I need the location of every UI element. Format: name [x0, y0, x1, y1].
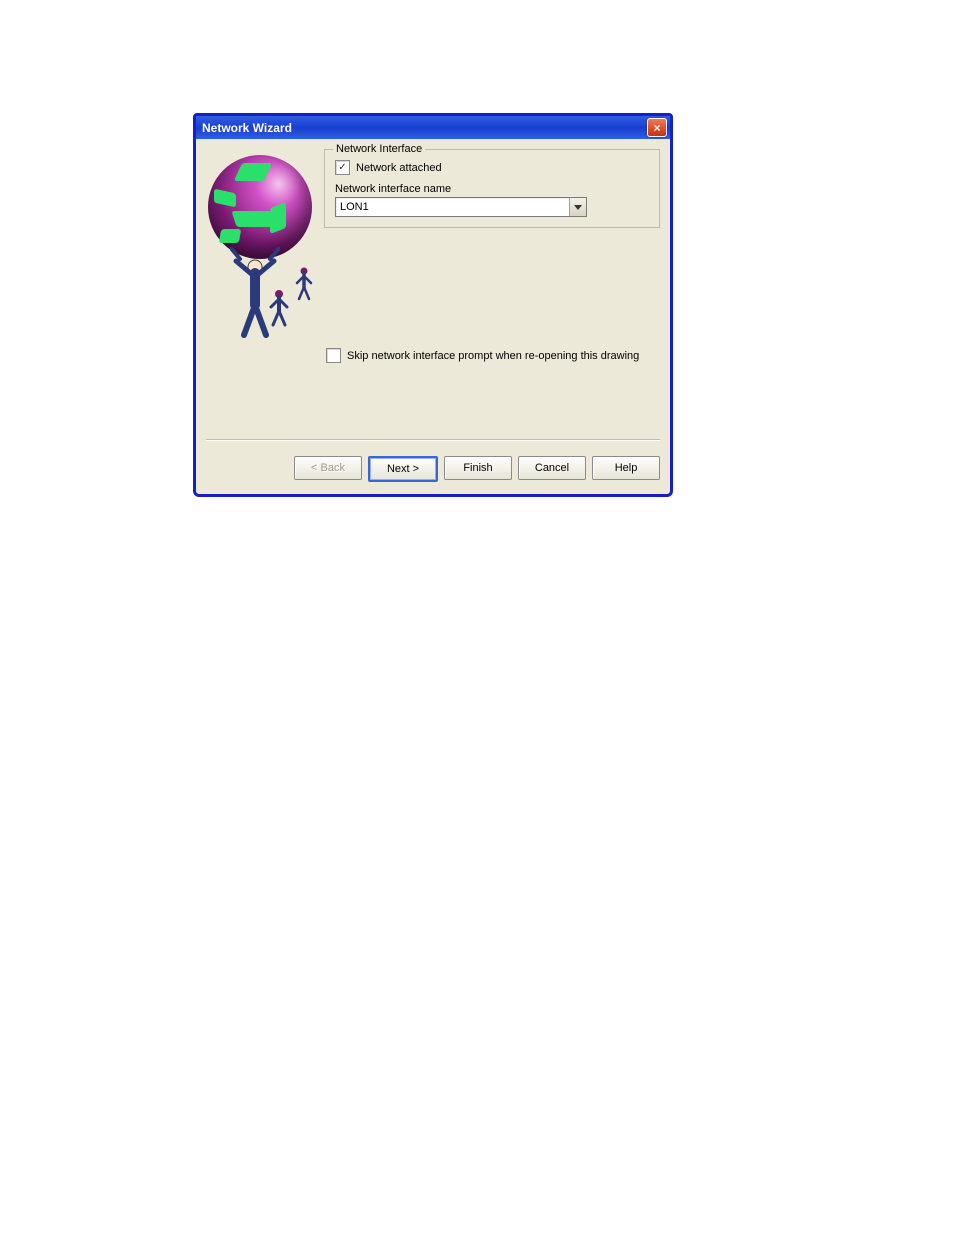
globe-icon [206, 155, 316, 345]
skip-prompt-label: Skip network interface prompt when re-op… [347, 350, 639, 362]
close-button[interactable]: × [647, 118, 667, 137]
skip-prompt-row: Skip network interface prompt when re-op… [326, 348, 660, 363]
network-attached-row: ✓ Network attached [335, 160, 649, 175]
chevron-down-icon [574, 205, 582, 210]
cancel-button[interactable]: Cancel [518, 456, 586, 480]
network-wizard-dialog: Network Wizard × [193, 113, 673, 497]
dialog-body: Network Interface ✓ Network attached Net… [196, 139, 670, 439]
cancel-button-label: Cancel [535, 462, 569, 474]
right-pane: Network Interface ✓ Network attached Net… [324, 149, 660, 363]
finish-button[interactable]: Finish [444, 456, 512, 480]
combo-dropdown-button[interactable] [569, 198, 586, 216]
network-attached-checkbox[interactable]: ✓ [335, 160, 350, 175]
interface-name-combo[interactable]: LON1 [335, 197, 587, 217]
skip-prompt-checkbox[interactable] [326, 348, 341, 363]
button-row: < Back Next > Finish Cancel Help [196, 446, 670, 494]
group-legend: Network Interface [333, 143, 425, 155]
person-small-icon [268, 289, 290, 327]
help-button[interactable]: Help [592, 456, 660, 480]
close-icon: × [653, 122, 660, 134]
window-title: Network Wizard [202, 121, 292, 135]
finish-button-label: Finish [463, 462, 492, 474]
page: Network Wizard × [0, 0, 954, 1235]
globe-band [219, 229, 241, 243]
check-icon: ✓ [338, 163, 346, 173]
network-interface-group: Network Interface ✓ Network attached Net… [324, 149, 660, 228]
titlebar: Network Wizard × [196, 116, 670, 139]
person-small-icon [294, 267, 314, 301]
wizard-graphic [206, 149, 316, 345]
next-button-label: Next > [387, 463, 419, 475]
interface-name-value: LON1 [336, 198, 569, 216]
back-button: < Back [294, 456, 362, 480]
spacer [206, 456, 288, 482]
network-attached-label: Network attached [356, 162, 442, 174]
separator [206, 439, 660, 440]
next-button[interactable]: Next > [368, 456, 438, 482]
help-button-label: Help [615, 462, 638, 474]
interface-name-label: Network interface name [335, 183, 649, 195]
back-button-label: < Back [311, 462, 345, 474]
